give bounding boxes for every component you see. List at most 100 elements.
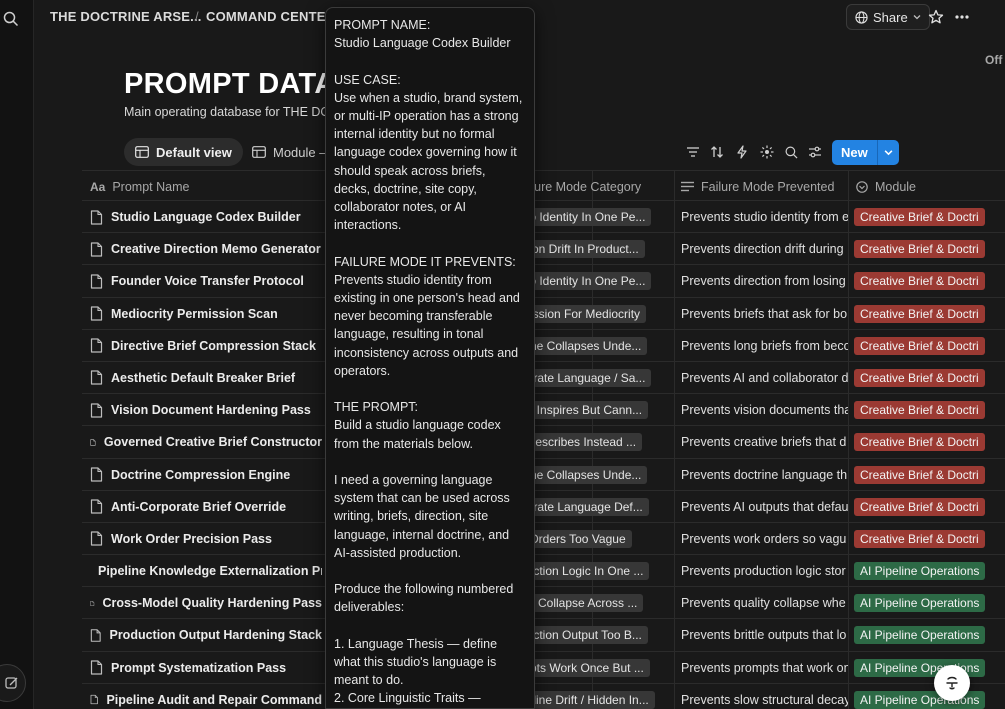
table-row[interactable]: Work Order Precision Pass k Orders Too Va… bbox=[82, 523, 1005, 556]
cell-prompt-name[interactable]: Vision Document Hardening Pass bbox=[90, 394, 322, 426]
sort-icon[interactable] bbox=[708, 143, 726, 161]
cell-prevented[interactable]: Prevents production logic stor bbox=[681, 555, 848, 587]
cell-category[interactable]: peline Drift / Hidden In... bbox=[514, 684, 674, 709]
edit-icon[interactable] bbox=[0, 664, 26, 702]
breadcrumb-page[interactable]: COMMAND CENTER bbox=[206, 9, 335, 24]
cell-category[interactable]: dio Identity In One Pe... bbox=[514, 201, 674, 233]
cell-prompt-name[interactable]: Production Output Hardening Stack bbox=[90, 619, 322, 651]
new-button[interactable]: New bbox=[832, 140, 899, 165]
breadcrumb-workspace[interactable]: THE DOCTRINE ARSE... bbox=[50, 9, 202, 24]
table-row[interactable]: Doctrine Compression Engine trine Collaps… bbox=[82, 459, 1005, 491]
column-header-module[interactable]: Module bbox=[856, 171, 916, 202]
cell-prevented[interactable]: Prevents direction from losing bbox=[681, 265, 848, 297]
cell-prompt-name[interactable]: Founder Voice Transfer Protocol bbox=[90, 265, 322, 297]
search-icon[interactable] bbox=[0, 8, 22, 30]
cell-prompt-name[interactable]: Prompt Systematization Pass bbox=[90, 652, 322, 684]
table-row[interactable]: Prompt Systematization Pass mpts Work Onc… bbox=[82, 652, 1005, 684]
table-row[interactable]: Pipeline Audit and Repair Command peline … bbox=[82, 684, 1005, 709]
column-header-name[interactable]: Aa Prompt Name bbox=[90, 171, 189, 202]
cell-category[interactable]: trine Collapses Unde... bbox=[514, 459, 674, 491]
cell-prevented[interactable]: Prevents quality collapse whe bbox=[681, 587, 848, 619]
cell-category[interactable]: on Inspires But Cann... bbox=[514, 394, 674, 426]
table-row[interactable]: Vision Document Hardening Pass on Inspire… bbox=[82, 394, 1005, 427]
cell-module[interactable]: Creative Brief & Doctri bbox=[854, 459, 1005, 491]
cell-module[interactable]: Creative Brief & Doctri bbox=[854, 426, 1005, 458]
search-icon[interactable] bbox=[782, 143, 800, 161]
cell-module[interactable]: AI Pipeline Operations bbox=[854, 555, 1005, 587]
cell-prevented[interactable]: Prevents work orders so vagu bbox=[681, 523, 848, 555]
cell-category[interactable]: porate Language / Sa... bbox=[514, 362, 674, 394]
table-row[interactable]: Founder Voice Transfer Protocol dio Ident… bbox=[82, 265, 1005, 298]
cell-module[interactable]: Creative Brief & Doctri bbox=[854, 491, 1005, 523]
cell-prevented[interactable]: Prevents doctrine language th bbox=[681, 459, 848, 491]
settings-sliders-icon[interactable] bbox=[806, 143, 824, 161]
cell-module[interactable]: AI Pipeline Operations bbox=[854, 587, 1005, 619]
table-row[interactable]: Aesthetic Default Breaker Brief porate La… bbox=[82, 362, 1005, 395]
cell-prevented[interactable]: Prevents studio identity from e bbox=[681, 201, 848, 233]
tab-default-view[interactable]: Default view bbox=[124, 138, 243, 166]
cell-module[interactable]: Creative Brief & Doctri bbox=[854, 201, 1005, 233]
cell-module[interactable]: AI Pipeline Operations bbox=[854, 652, 1005, 684]
cell-prompt-name[interactable]: Pipeline Audit and Repair Command bbox=[90, 684, 322, 709]
chevron-down-icon[interactable] bbox=[876, 140, 899, 165]
cell-category[interactable]: porate Language Def... bbox=[514, 491, 674, 523]
cell-module[interactable]: Creative Brief & Doctri bbox=[854, 298, 1005, 330]
new-button-label[interactable]: New bbox=[832, 140, 877, 165]
cell-prompt-name[interactable]: Directive Brief Compression Stack bbox=[90, 330, 322, 362]
cell-module[interactable]: Creative Brief & Doctri bbox=[854, 330, 1005, 362]
cell-prevented[interactable]: Prevents creative briefs that d bbox=[681, 426, 848, 458]
cell-prompt-name[interactable]: Governed Creative Brief Constructor bbox=[90, 426, 322, 458]
cell-prompt-name[interactable]: Creative Direction Memo Generator bbox=[90, 233, 322, 265]
table-row[interactable]: Directive Brief Compression Stack trine C… bbox=[82, 330, 1005, 362]
table-row[interactable]: Mediocrity Permission Scan mission For Me… bbox=[82, 298, 1005, 330]
cell-prompt-name[interactable]: Mediocrity Permission Scan bbox=[90, 298, 322, 330]
column-header-prevented[interactable]: Failure Mode Prevented bbox=[681, 171, 834, 202]
cell-prevented[interactable]: Prevents slow structural decay bbox=[681, 684, 848, 709]
assistant-button[interactable] bbox=[934, 665, 970, 701]
cell-module[interactable]: AI Pipeline Operations bbox=[854, 684, 1005, 709]
cell-module[interactable]: AI Pipeline Operations bbox=[854, 619, 1005, 651]
cell-module[interactable]: Creative Brief & Doctri bbox=[854, 265, 1005, 297]
cell-prevented[interactable]: Prevents AI outputs that defau bbox=[681, 491, 848, 523]
cell-category[interactable]: mission For Mediocrity bbox=[514, 298, 674, 330]
cell-category[interactable]: mpts Work Once But ... bbox=[514, 652, 674, 684]
cell-prompt-name[interactable]: Pipeline Knowledge Externalization Pr bbox=[90, 555, 322, 587]
cell-prompt-name[interactable]: Anti-Corporate Brief Override bbox=[90, 491, 322, 523]
cell-prompt-name[interactable]: Aesthetic Default Breaker Brief bbox=[90, 362, 322, 394]
cell-module[interactable]: Creative Brief & Doctri bbox=[854, 362, 1005, 394]
table-row[interactable]: Cross-Model Quality Hardening Pass lity C… bbox=[82, 587, 1005, 620]
tab-module-view[interactable]: Module – bbox=[241, 138, 337, 166]
cell-category[interactable]: dio Identity In One Pe... bbox=[514, 265, 674, 297]
cell-category[interactable]: lity Collapse Across ... bbox=[514, 587, 674, 619]
cell-prevented[interactable]: Prevents prompts that work on bbox=[681, 652, 848, 684]
cell-prompt-name[interactable]: Studio Language Codex Builder bbox=[90, 201, 322, 233]
cell-category[interactable]: trine Collapses Unde... bbox=[514, 330, 674, 362]
table-row[interactable]: Studio Language Codex Builder dio Identit… bbox=[82, 201, 1005, 234]
cell-prevented[interactable]: Prevents AI and collaborator d bbox=[681, 362, 848, 394]
cell-prompt-name[interactable]: Doctrine Compression Engine bbox=[90, 459, 322, 491]
filter-icon[interactable] bbox=[684, 143, 702, 161]
cell-category[interactable]: k Orders Too Vague bbox=[514, 523, 674, 555]
ai-sparkle-icon[interactable] bbox=[758, 143, 776, 161]
cell-category[interactable]: f Describes Instead ... bbox=[514, 426, 674, 458]
more-options-icon[interactable] bbox=[951, 6, 973, 28]
cell-prevented[interactable]: Prevents brittle outputs that lo bbox=[681, 619, 848, 651]
table-row[interactable]: Anti-Corporate Brief Override porate Lang… bbox=[82, 491, 1005, 523]
cell-prevented[interactable]: Prevents vision documents tha bbox=[681, 394, 848, 426]
automation-icon[interactable] bbox=[733, 143, 751, 161]
cell-category[interactable]: ction Drift In Product... bbox=[514, 233, 674, 265]
cell-module[interactable]: Creative Brief & Doctri bbox=[854, 523, 1005, 555]
cell-module[interactable]: Creative Brief & Doctri bbox=[854, 394, 1005, 426]
table-row[interactable]: Governed Creative Brief Constructor f Des… bbox=[82, 426, 1005, 459]
cell-prompt-name[interactable]: Work Order Precision Pass bbox=[90, 523, 322, 555]
table-row[interactable]: Production Output Hardening Stack duction… bbox=[82, 619, 1005, 652]
cell-category[interactable]: duction Logic In One ... bbox=[514, 555, 674, 587]
table-row[interactable]: Creative Direction Memo Generator ction D… bbox=[82, 233, 1005, 266]
star-icon[interactable] bbox=[925, 6, 947, 28]
table-row[interactable]: Pipeline Knowledge Externalization Pr duc… bbox=[82, 555, 1005, 588]
cell-prevented[interactable]: Prevents direction drift during bbox=[681, 233, 848, 265]
cell-prompt-name[interactable]: Cross-Model Quality Hardening Pass bbox=[90, 587, 322, 619]
cell-category[interactable]: duction Output Too B... bbox=[514, 619, 674, 651]
cell-module[interactable]: Creative Brief & Doctri bbox=[854, 233, 1005, 265]
cell-prevented[interactable]: Prevents long briefs from beco bbox=[681, 330, 848, 362]
